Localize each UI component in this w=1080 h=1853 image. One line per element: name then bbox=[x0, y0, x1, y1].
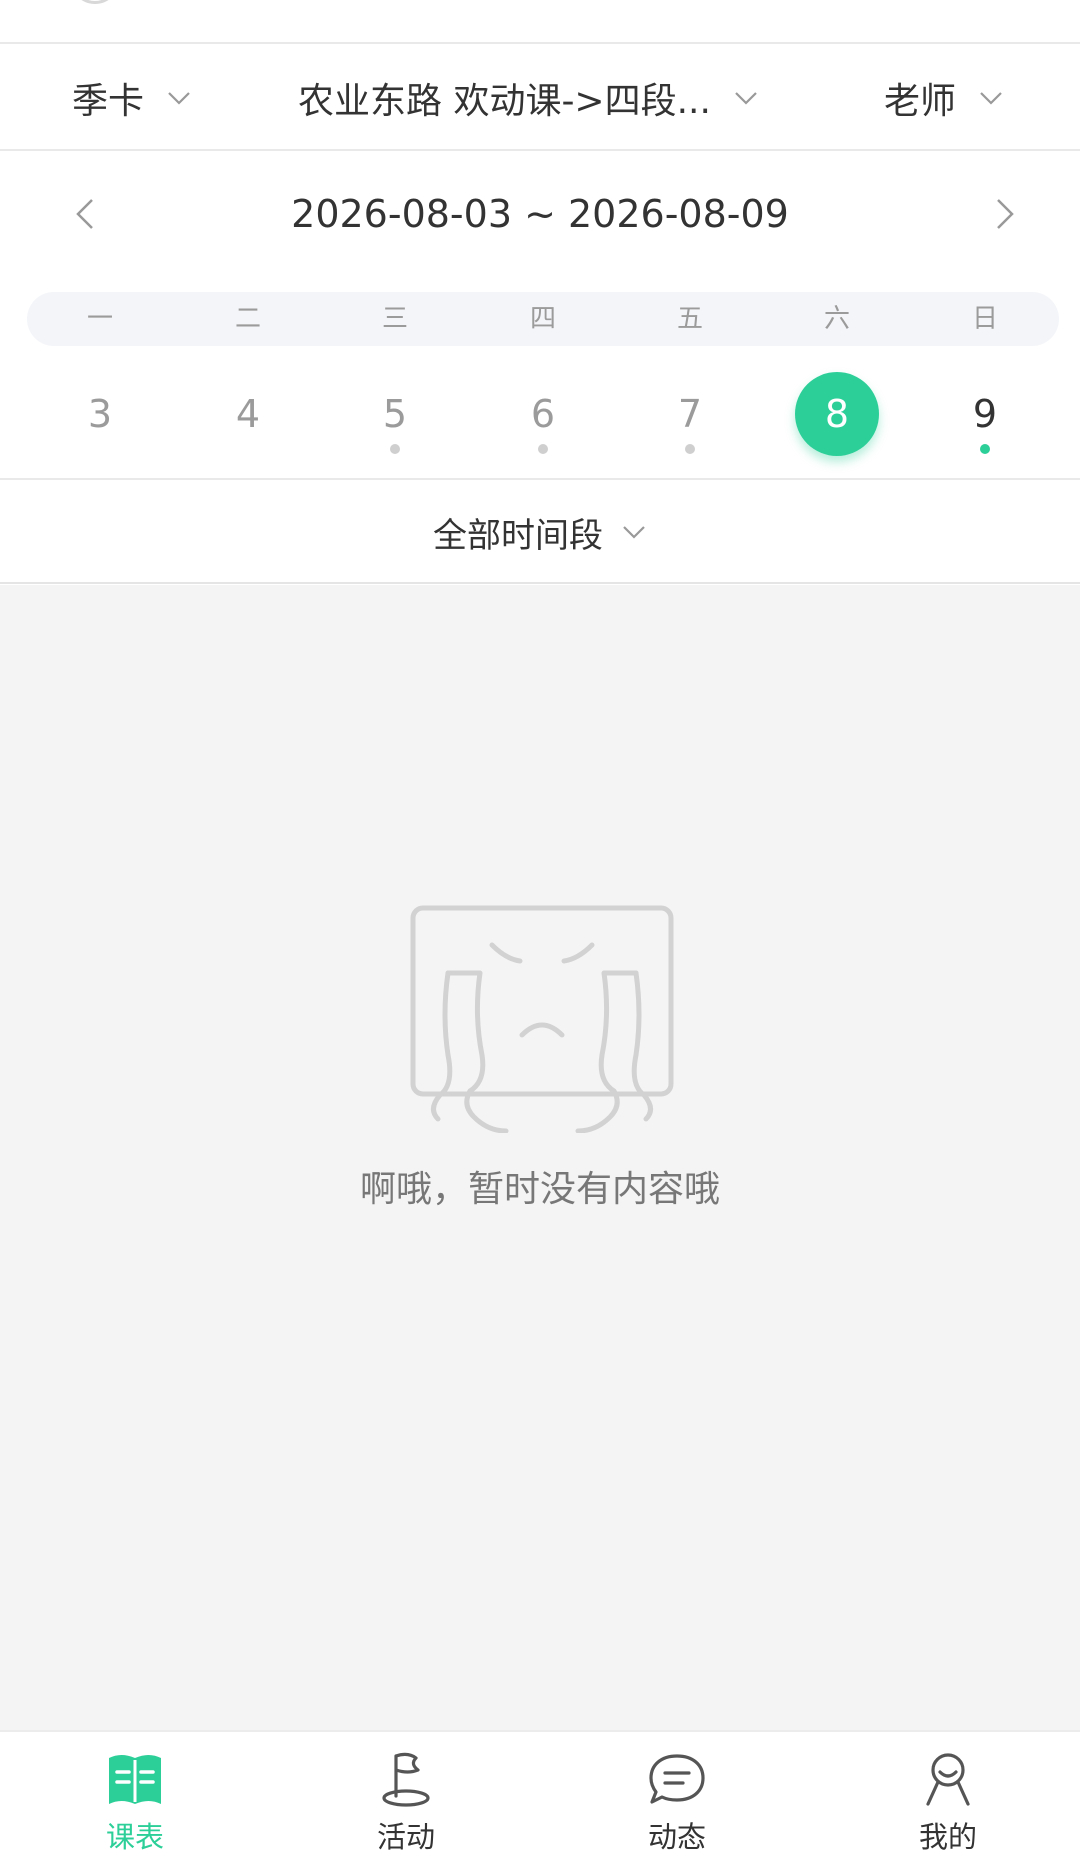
tab-label: 活动 bbox=[376, 1820, 435, 1853]
time-period-filter[interactable]: 全部时间段 bbox=[0, 482, 1080, 584]
chevron-down-icon bbox=[980, 92, 1002, 105]
tab-label: 我的 bbox=[918, 1820, 977, 1853]
card-type-label: 季卡 bbox=[72, 81, 145, 122]
date-cell-selected[interactable]: 8 bbox=[795, 372, 879, 456]
date-row: 3 4 5 6 7 8 9 bbox=[0, 360, 1080, 480]
time-period-label: 全部时间段 bbox=[433, 515, 603, 556]
weekday-label: 六 bbox=[823, 304, 850, 334]
tab-label: 动态 bbox=[647, 1820, 706, 1853]
weekday-label: 四 bbox=[529, 304, 556, 334]
chevron-down-icon bbox=[735, 92, 757, 105]
course-filter[interactable]: 农业东路 欢动课->四段... bbox=[298, 45, 759, 151]
weekday-label: 二 bbox=[234, 304, 261, 334]
teacher-label: 老师 bbox=[884, 81, 957, 122]
chat-bubble-icon bbox=[649, 1754, 705, 1804]
tab-schedule[interactable]: 课表 bbox=[35, 1732, 235, 1853]
teacher-filter[interactable]: 老师 bbox=[884, 45, 1004, 151]
chevron-down-icon bbox=[623, 526, 645, 539]
avatar bbox=[70, 0, 120, 4]
flag-icon bbox=[382, 1752, 430, 1807]
crying-face-icon bbox=[410, 905, 674, 1133]
filter-bar: 季卡 农业东路 欢动课->四段... 老师 bbox=[0, 45, 1080, 151]
chevron-down-icon bbox=[168, 92, 190, 105]
date-cell[interactable]: 3 bbox=[58, 372, 142, 456]
top-header-strip bbox=[0, 0, 1080, 44]
weekday-label: 日 bbox=[971, 304, 998, 334]
weekday-label: 五 bbox=[676, 304, 703, 334]
weekday-label: 三 bbox=[381, 304, 408, 334]
has-class-dot bbox=[390, 444, 400, 454]
card-type-filter[interactable]: 季卡 bbox=[72, 45, 192, 151]
has-class-dot bbox=[538, 444, 548, 454]
bottom-tab-bar: 课表 活动 动态 我的 bbox=[0, 1730, 1080, 1853]
has-class-dot bbox=[685, 444, 695, 454]
course-label: 农业东路 欢动课->四段... bbox=[298, 81, 711, 122]
next-week-icon[interactable] bbox=[990, 192, 1020, 236]
tab-moments[interactable]: 动态 bbox=[577, 1732, 777, 1853]
book-icon bbox=[109, 1755, 161, 1804]
weekday-label: 一 bbox=[86, 304, 113, 334]
tab-label: 课表 bbox=[105, 1820, 164, 1853]
date-cell[interactable]: 4 bbox=[206, 372, 290, 456]
week-range: 2026-08-03 ~ 2026-08-09 bbox=[291, 192, 789, 236]
weekday-header: 一 二 三 四 五 六 日 bbox=[27, 292, 1059, 346]
week-navigator: 2026-08-03 ~ 2026-08-09 bbox=[0, 152, 1080, 277]
today-dot bbox=[980, 444, 990, 454]
schedule-content: 啊哦，暂时没有内容哦 bbox=[0, 585, 1080, 1730]
empty-state-message: 啊哦，暂时没有内容哦 bbox=[359, 1169, 720, 1210]
tab-activities[interactable]: 活动 bbox=[306, 1732, 506, 1853]
person-icon bbox=[926, 1753, 970, 1806]
tab-profile[interactable]: 我的 bbox=[848, 1732, 1048, 1853]
